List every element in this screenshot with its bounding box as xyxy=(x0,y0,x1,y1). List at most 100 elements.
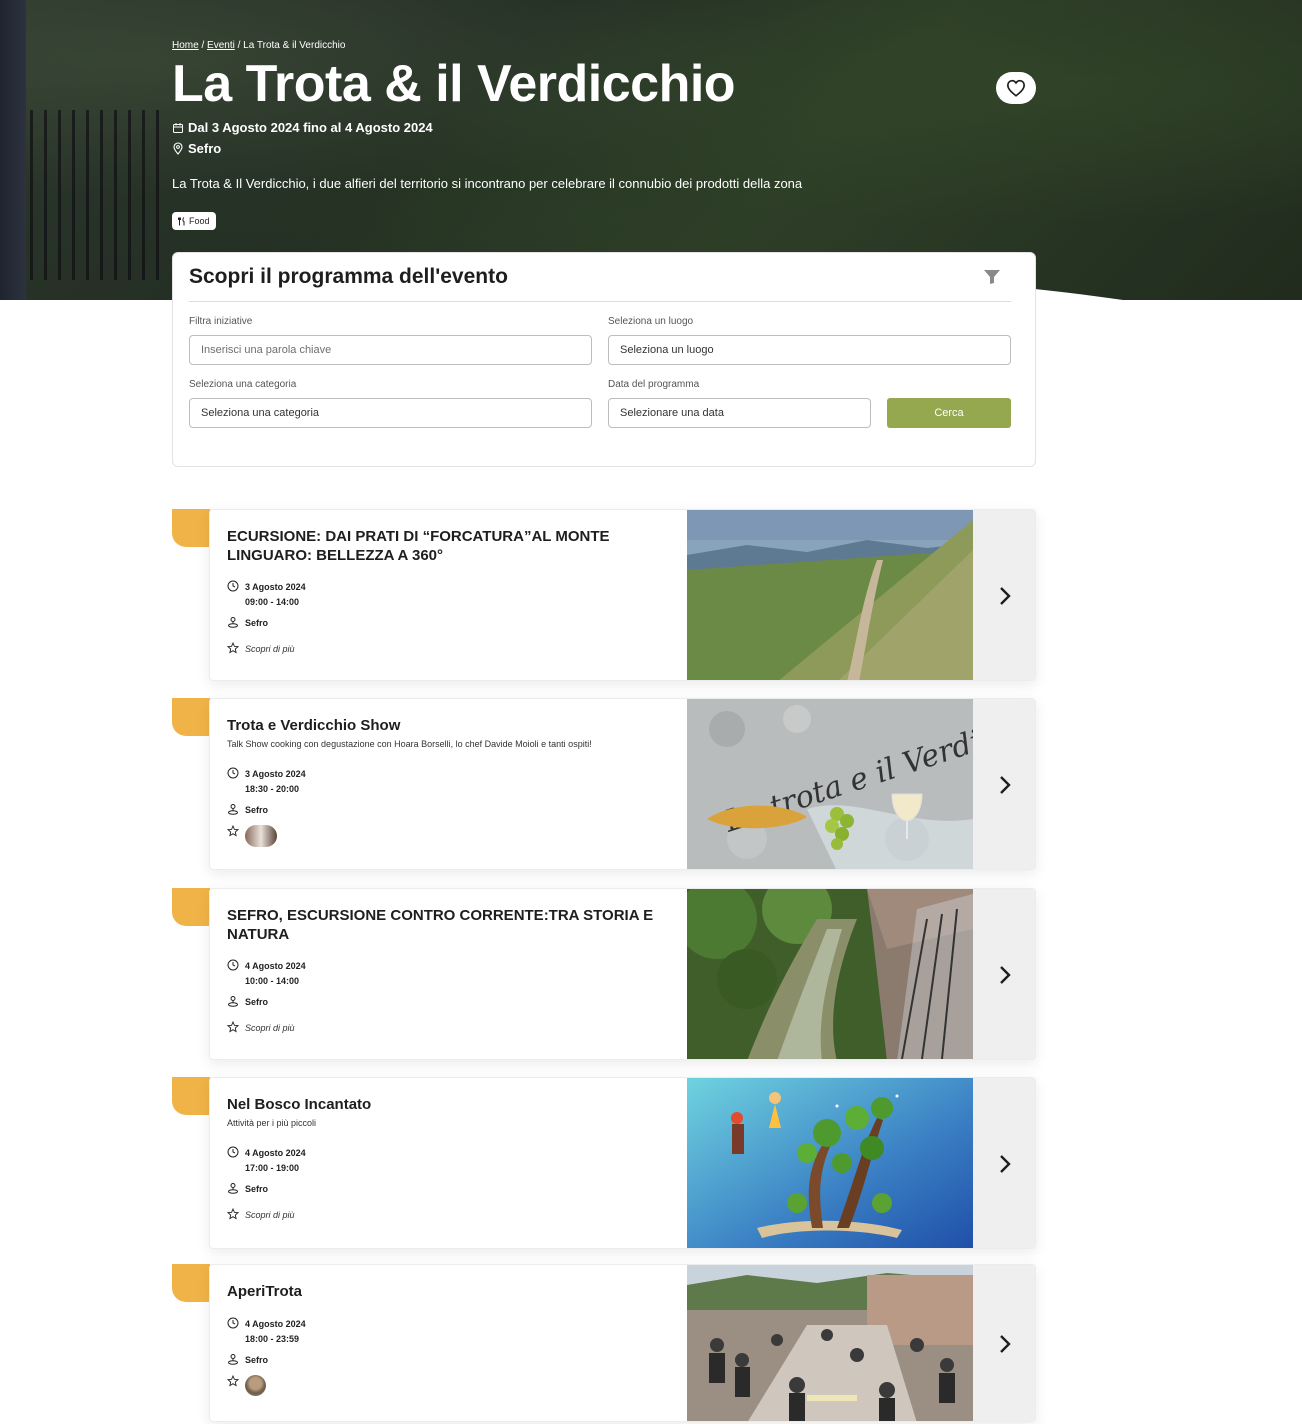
guest-avatar[interactable] xyxy=(245,825,277,847)
event-datetime: 3 Agosto 2024 09:00 - 14:00 xyxy=(227,580,306,610)
event-card-body: SEFRO, ESCURSIONE CONTRO CORRENTE:TRA ST… xyxy=(209,888,1036,1060)
event-title[interactable]: AperiTrota xyxy=(227,1282,667,1301)
event-datetime: 3 Agosto 2024 18:30 - 20:00 xyxy=(227,767,306,797)
event-card-body: Nel Bosco Incantato Attività per i più p… xyxy=(209,1077,1036,1249)
open-event-button[interactable] xyxy=(973,510,1035,680)
location-icon xyxy=(228,804,238,815)
village-square-photo xyxy=(687,1265,973,1421)
date-label: Data del programma xyxy=(608,379,700,390)
event-card-body: Trota e Verdicchio Show Talk Show cookin… xyxy=(209,698,1036,870)
event-date: 3 Agosto 2024 xyxy=(245,582,306,592)
event-dates-text: Dal 3 Agosto 2024 fino al 4 Agosto 2024 xyxy=(188,120,433,135)
event-card[interactable]: Trota e Verdicchio Show Talk Show cookin… xyxy=(172,698,1036,870)
event-location: Sefro xyxy=(227,803,268,818)
filter-divider xyxy=(189,301,1011,302)
event-more-link[interactable]: Scopri di più xyxy=(245,642,295,656)
event-card-accent xyxy=(172,698,210,736)
event-more[interactable]: Scopri di più xyxy=(227,1208,295,1222)
mountain-trail-photo xyxy=(687,510,973,680)
event-date: 4 Agosto 2024 xyxy=(245,961,306,971)
event-time: 18:00 - 23:59 xyxy=(245,1334,300,1344)
event-title[interactable]: SEFRO, ESCURSIONE CONTRO CORRENTE:TRA ST… xyxy=(227,906,667,944)
funnel-icon[interactable] xyxy=(983,269,1001,285)
breadcrumb-current: La Trota & il Verdicchio xyxy=(243,40,346,51)
clock-icon xyxy=(227,1146,239,1158)
event-location: Sefro xyxy=(227,1182,268,1197)
calendar-icon xyxy=(173,122,183,133)
event-time: 18:30 - 20:00 xyxy=(245,784,300,794)
event-more[interactable]: Scopri di più xyxy=(227,642,295,656)
clock-icon xyxy=(227,1317,239,1329)
place-label: Seleziona un luogo xyxy=(608,316,694,327)
breadcrumb-home[interactable]: Home xyxy=(172,40,199,51)
enchanted-forest-illustration xyxy=(687,1078,973,1248)
event-subtitle: Talk Show cooking con degustazione con H… xyxy=(227,739,592,749)
clock-icon xyxy=(227,580,239,592)
event-card-accent xyxy=(172,888,210,926)
location-icon xyxy=(228,996,238,1007)
page-title: La Trota & il Verdicchio xyxy=(172,55,736,113)
chevron-right-icon xyxy=(1000,966,1011,984)
event-date: 3 Agosto 2024 xyxy=(245,769,306,779)
location-icon xyxy=(228,617,238,628)
open-event-button[interactable] xyxy=(973,699,1035,869)
cutlery-icon xyxy=(178,216,185,225)
event-more-link[interactable]: Scopri di più xyxy=(245,1208,295,1222)
open-event-button[interactable] xyxy=(973,1078,1035,1248)
chevron-right-icon xyxy=(1000,1155,1011,1173)
event-card-accent xyxy=(172,1264,210,1302)
breadcrumb-events[interactable]: Eventi xyxy=(207,40,235,51)
location-icon xyxy=(228,1354,238,1365)
date-input[interactable]: Selezionare una data xyxy=(608,398,871,428)
guest-avatar[interactable] xyxy=(245,1375,266,1396)
event-more-link[interactable]: Scopri di più xyxy=(245,1021,295,1035)
trota-verdicchio-illustration: La trota e il Verdicchio xyxy=(687,699,973,869)
open-event-button[interactable] xyxy=(973,1265,1035,1421)
chevron-right-icon xyxy=(1000,587,1011,605)
event-place-text: Sefro xyxy=(188,141,222,156)
event-guests xyxy=(227,825,277,847)
event-title[interactable]: Trota e Verdicchio Show xyxy=(227,716,667,735)
program-filter-card: Scopri il programma dell'evento Filtra i… xyxy=(172,252,1036,467)
event-card[interactable]: AperiTrota 4 Agosto 2024 18:00 - 23:59 Se… xyxy=(172,1264,1036,1424)
clock-icon xyxy=(227,959,239,971)
event-place: Sefro xyxy=(245,618,269,628)
event-title[interactable]: Nel Bosco Incantato xyxy=(227,1095,667,1114)
location-icon xyxy=(228,1183,238,1194)
event-subtitle: Attività per i più piccoli xyxy=(227,1118,317,1128)
event-title[interactable]: ECURSIONE: DAI PRATI DI “FORCATURA”AL MO… xyxy=(227,527,667,565)
star-icon xyxy=(227,1021,239,1033)
event-card[interactable]: Nel Bosco Incantato Attività per i più p… xyxy=(172,1077,1036,1249)
event-time: 10:00 - 14:00 xyxy=(245,976,300,986)
keyword-input[interactable]: Inserisci una parola chiave xyxy=(189,335,592,365)
event-date: 4 Agosto 2024 xyxy=(245,1319,306,1329)
category-tag[interactable]: Food xyxy=(172,212,216,230)
event-datetime: 4 Agosto 2024 17:00 - 19:00 xyxy=(227,1146,306,1176)
event-datetime: 4 Agosto 2024 18:00 - 23:59 xyxy=(227,1317,306,1347)
heart-icon xyxy=(1006,79,1026,97)
event-date: 4 Agosto 2024 xyxy=(245,1148,306,1158)
chevron-right-icon xyxy=(1000,1335,1011,1353)
place-select[interactable]: Seleziona un luogo xyxy=(608,335,1011,365)
event-location: Sefro xyxy=(227,616,268,631)
open-event-button[interactable] xyxy=(973,889,1035,1059)
event-card[interactable]: SEFRO, ESCURSIONE CONTRO CORRENTE:TRA ST… xyxy=(172,888,1036,1060)
event-guests xyxy=(227,1375,266,1396)
map-pin-icon xyxy=(173,142,183,155)
breadcrumb-separator: / xyxy=(237,40,241,51)
chevron-right-icon xyxy=(1000,776,1011,794)
event-place: Sefro xyxy=(245,805,269,815)
favorite-button[interactable] xyxy=(996,72,1036,104)
category-select[interactable]: Seleziona una categoria xyxy=(189,398,592,428)
clock-icon xyxy=(227,767,239,779)
event-more[interactable]: Scopri di più xyxy=(227,1021,295,1035)
event-place: Sefro xyxy=(172,141,221,156)
event-location: Sefro xyxy=(227,995,268,1010)
search-button[interactable]: Cerca xyxy=(887,398,1011,428)
event-card-accent xyxy=(172,509,210,547)
event-place: Sefro xyxy=(245,1355,269,1365)
event-time: 09:00 - 14:00 xyxy=(245,597,300,607)
breadcrumb: Home / Eventi / La Trota & il Verdicchio xyxy=(172,40,345,51)
event-card[interactable]: ECURSIONE: DAI PRATI DI “FORCATURA”AL MO… xyxy=(172,509,1036,681)
star-icon xyxy=(227,642,239,654)
